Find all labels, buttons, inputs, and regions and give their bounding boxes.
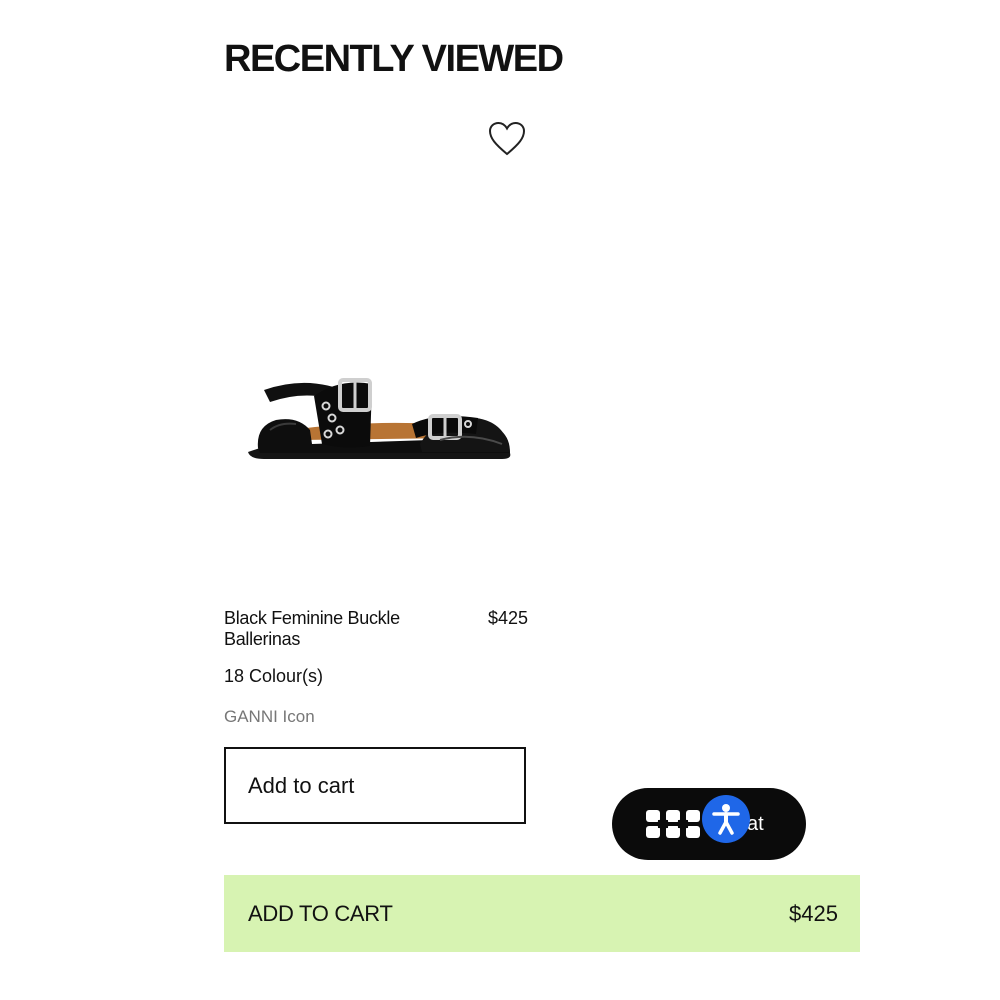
recently-viewed-page: RECENTLY VIEWED Black Feminine Buckle Ba…: [0, 0, 1000, 1000]
accessibility-button[interactable]: [702, 795, 750, 843]
add-to-cart-label: Add to cart: [248, 772, 355, 798]
collection-label: GANNI Icon: [224, 707, 315, 726]
product-price: $425: [488, 608, 529, 628]
sticky-cart-price: $425: [789, 901, 838, 926]
add-to-cart-button[interactable]: Add to cart: [224, 747, 526, 824]
chat-logo-icon: [646, 810, 700, 838]
sticky-add-to-cart-label: ADD TO CART: [248, 901, 393, 926]
accessibility-person-icon: [712, 804, 740, 835]
product-name[interactable]: Black Feminine Buckle Ballerinas: [224, 608, 464, 650]
product-image[interactable]: [240, 360, 520, 470]
sticky-add-to-cart-bar[interactable]: ADD TO CART $425: [224, 875, 860, 952]
section-title: RECENTLY VIEWED: [224, 38, 564, 80]
heart-outline-icon: [488, 121, 526, 156]
shoe-image: [248, 378, 511, 459]
wishlist-button[interactable]: [487, 120, 527, 158]
colour-count[interactable]: 18 Colour(s): [224, 665, 323, 687]
